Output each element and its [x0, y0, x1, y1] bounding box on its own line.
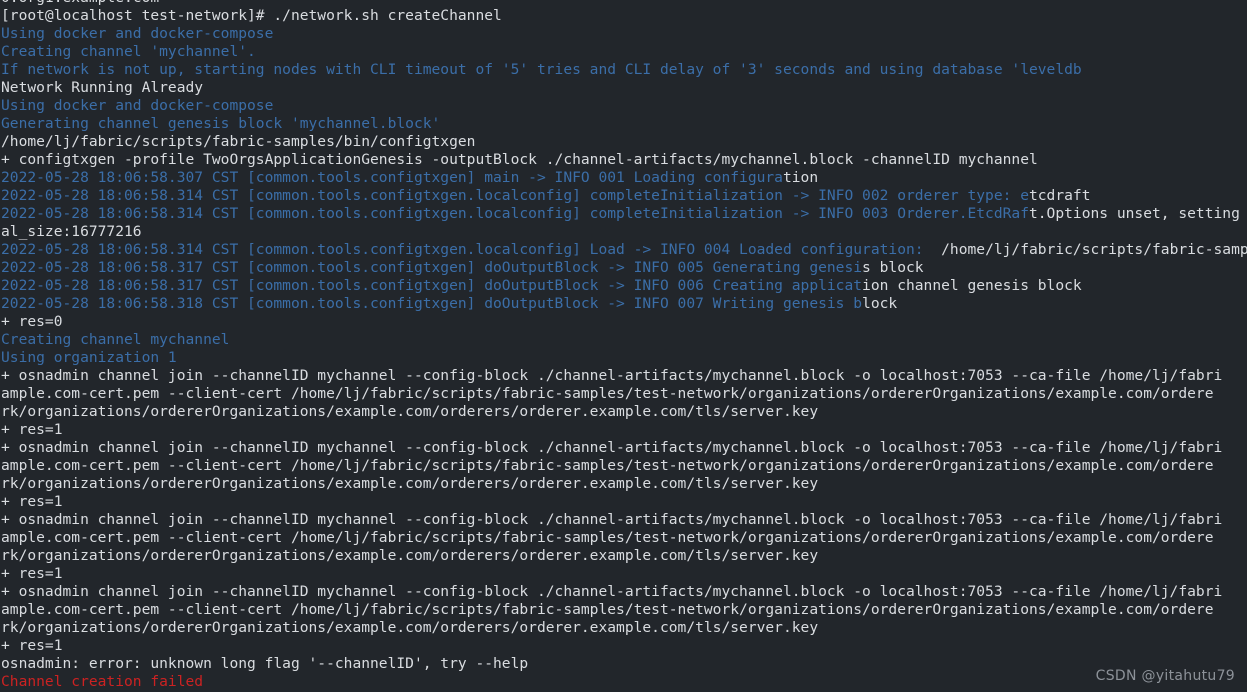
terminal-line: Using docker and docker-compose [0, 25, 1247, 43]
terminal-line: Creating channel mychannel [0, 331, 1247, 349]
line-text: + osnadmin channel join --channelID mych… [1, 367, 1223, 384]
line-text: ample.com-cert.pem --client-cert /home/l… [1, 457, 1214, 474]
terminal-line: ample.com-cert.pem --client-cert /home/l… [0, 385, 1247, 403]
line-text: ample.com-cert.pem --client-cert /home/l… [1, 529, 1214, 546]
terminal-line: 2022-05-28 18:06:58.317 CST [common.tool… [0, 277, 1247, 295]
terminal-line: al_size:16777216 [0, 223, 1247, 241]
terminal-line: ample.com-cert.pem --client-cert /home/l… [0, 457, 1247, 475]
log-message: /home/lj/fabric/scripts/fabric-samples/t… [941, 241, 1247, 258]
line-text: osnadmin: error: unknown long flag '--ch… [1, 655, 529, 672]
line-text: Generating channel genesis block 'mychan… [1, 115, 441, 132]
terminal-line: + osnadmin channel join --channelID mych… [0, 583, 1247, 601]
terminal-line: osnadmin: error: unknown long flag '--ch… [0, 655, 1247, 673]
line-text: Using organization 1 [1, 349, 177, 366]
terminal-line: rk/organizations/ordererOrganizations/ex… [0, 403, 1247, 421]
terminal-line: If network is not up, starting nodes wit… [0, 61, 1247, 79]
log-prefix: 2022-05-28 18:06:58.317 CST [common.tool… [1, 259, 863, 276]
line-text: + res=1 [1, 637, 63, 654]
terminal-line: + osnadmin channel join --channelID mych… [0, 367, 1247, 385]
line-text: Using docker and docker-compose [1, 97, 274, 114]
terminal-line: 2022-05-28 18:06:58.314 CST [common.tool… [0, 241, 1247, 259]
log-prefix: 2022-05-28 18:06:58.314 CST [common.tool… [1, 205, 1029, 222]
terminal-line: rk/organizations/ordererOrganizations/ex… [0, 619, 1247, 637]
terminal-line: + osnadmin channel join --channelID mych… [0, 439, 1247, 457]
line-text: al_size:16777216 [1, 223, 142, 240]
line-text: Channel creation failed [1, 673, 204, 690]
line-text: Network Running Already [1, 79, 204, 96]
line-text: /home/lj/fabric/scripts/fabric-samples/b… [1, 133, 476, 150]
line-text: + configtxgen -profile TwoOrgsApplicatio… [1, 151, 1038, 168]
terminal-line: Channel creation failed [0, 673, 1247, 691]
line-text: + res=1 [1, 421, 63, 438]
log-prefix: 2022-05-28 18:06:58.318 CST [common.tool… [1, 295, 863, 312]
terminal-line: + res=1 [0, 637, 1247, 655]
log-prefix: 2022-05-28 18:06:58.307 CST [common.tool… [1, 169, 783, 186]
terminal-line: rk/organizations/ordererOrganizations/ex… [0, 547, 1247, 565]
line-text: + osnadmin channel join --channelID mych… [1, 439, 1223, 456]
log-message: s block [862, 259, 924, 276]
log-message: lock [862, 295, 898, 312]
terminal-line: /home/lj/fabric/scripts/fabric-samples/b… [0, 133, 1247, 151]
terminal-output: 0.org1.example.com[root@localhost test-n… [0, 0, 1247, 691]
line-text: + res=0 [1, 313, 63, 330]
line-text: rk/organizations/ordererOrganizations/ex… [1, 475, 819, 492]
terminal-line: rk/organizations/ordererOrganizations/ex… [0, 475, 1247, 493]
line-text: + osnadmin channel join --channelID mych… [1, 511, 1223, 528]
terminal-window[interactable]: 0.org1.example.com[root@localhost test-n… [0, 0, 1247, 692]
terminal-line: 2022-05-28 18:06:58.307 CST [common.tool… [0, 169, 1247, 187]
line-text: Creating channel mychannel [1, 331, 230, 348]
line-text: ample.com-cert.pem --client-cert /home/l… [1, 601, 1214, 618]
terminal-line: [root@localhost test-network]# ./network… [0, 7, 1247, 25]
line-text: [root@localhost test-network]# ./network… [1, 7, 502, 24]
log-prefix: 2022-05-28 18:06:58.314 CST [common.tool… [1, 187, 1029, 204]
terminal-line: Using docker and docker-compose [0, 97, 1247, 115]
log-message: ion channel genesis block [862, 277, 1082, 294]
line-text: rk/organizations/ordererOrganizations/ex… [1, 547, 819, 564]
terminal-line: + configtxgen -profile TwoOrgsApplicatio… [0, 151, 1247, 169]
terminal-line: Using organization 1 [0, 349, 1247, 367]
terminal-line: 2022-05-28 18:06:58.314 CST [common.tool… [0, 205, 1247, 223]
log-message: tion [782, 169, 819, 186]
terminal-line: + res=1 [0, 493, 1247, 511]
terminal-line: + osnadmin channel join --channelID mych… [0, 511, 1247, 529]
terminal-line: 0.org1.example.com [0, 0, 1247, 7]
terminal-line: ample.com-cert.pem --client-cert /home/l… [0, 529, 1247, 547]
line-text: Using docker and docker-compose [1, 25, 274, 42]
terminal-line: + res=1 [0, 421, 1247, 439]
line-text: + res=1 [1, 565, 63, 582]
line-text: If network is not up, starting nodes wit… [1, 61, 1082, 78]
terminal-line: + res=0 [0, 313, 1247, 331]
terminal-line: 2022-05-28 18:06:58.314 CST [common.tool… [0, 187, 1247, 205]
terminal-line: 2022-05-28 18:06:58.317 CST [common.tool… [0, 259, 1247, 277]
terminal-line: 2022-05-28 18:06:58.318 CST [common.tool… [0, 295, 1247, 313]
log-prefix: 2022-05-28 18:06:58.317 CST [common.tool… [1, 277, 863, 294]
terminal-line: Creating channel 'mychannel'. [0, 43, 1247, 61]
log-message: t.Options unset, setting to tick_interva… [1028, 205, 1240, 222]
line-text: + res=1 [1, 493, 63, 510]
terminal-line: Network Running Already [0, 79, 1247, 97]
line-text: rk/organizations/ordererOrganizations/ex… [1, 619, 819, 636]
line-text: ample.com-cert.pem --client-cert /home/l… [1, 385, 1214, 402]
log-message: tcdraft [1028, 187, 1091, 204]
line-text: rk/organizations/ordererOrganizations/ex… [1, 403, 819, 420]
terminal-line: + res=1 [0, 565, 1247, 583]
line-text: Creating channel 'mychannel'. [1, 43, 256, 60]
log-prefix: 2022-05-28 18:06:58.314 CST [common.tool… [1, 241, 924, 258]
line-text: 0.org1.example.com [1, 0, 159, 6]
line-text: + osnadmin channel join --channelID mych… [1, 583, 1223, 600]
terminal-line: ample.com-cert.pem --client-cert /home/l… [0, 601, 1247, 619]
terminal-line: Generating channel genesis block 'mychan… [0, 115, 1247, 133]
